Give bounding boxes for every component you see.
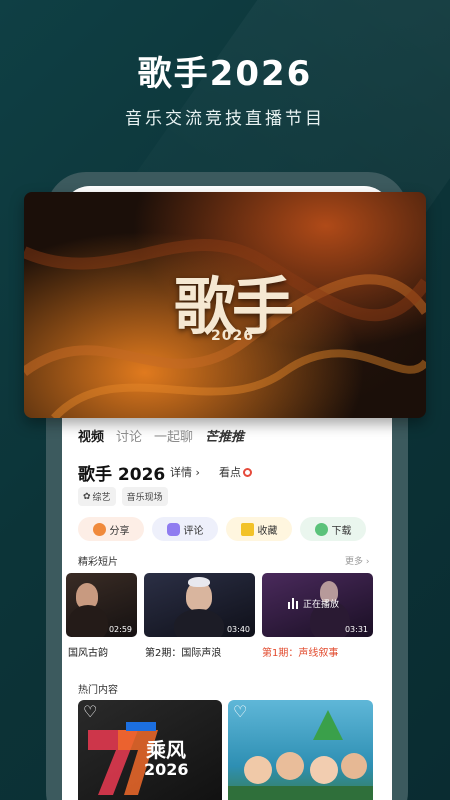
comment-icon (166, 522, 180, 536)
hot-card-2[interactable]: ♡ (228, 700, 373, 800)
singer-body (174, 609, 224, 637)
clip-thumbnail-1[interactable]: 02:59 (66, 573, 137, 637)
clip-title-2[interactable]: 第2期：国际声浪 (145, 644, 221, 659)
comment-button[interactable]: 评论 (152, 517, 218, 541)
equalizer-icon (288, 598, 298, 609)
tab-mango-push[interactable]: 芒推推 (205, 426, 244, 445)
watch-label: 看点 (219, 466, 241, 479)
chip-variety-label: 综艺 (92, 493, 111, 503)
clip-title-3[interactable]: 第1期：声线叙事 (262, 644, 338, 659)
singer-body (68, 605, 108, 637)
details-link[interactable]: 详情 › (170, 464, 200, 480)
tab-video[interactable]: 视频 (78, 426, 104, 445)
comment-label: 评论 (183, 525, 204, 537)
highlights-icon (243, 467, 252, 477)
chip-live-music-label: 音乐现场 (126, 493, 163, 503)
download-label: 下载 (331, 525, 352, 537)
variety-icon: ✿ (83, 491, 91, 502)
now-playing-text: 正在播放 (303, 600, 340, 610)
favorite-icon (240, 522, 254, 536)
favorite-button[interactable]: 收藏 (226, 517, 292, 541)
hot-card-1[interactable]: ♡ 乘风 2026 (78, 700, 222, 800)
tab-discussion[interactable]: 讨论 (116, 426, 142, 445)
clip-thumbnail-2[interactable]: 03:40 (144, 573, 255, 637)
now-playing-indicator: 正在播放 (288, 597, 339, 610)
card-year-text: 2026 (144, 760, 189, 779)
card-badge-text: 乘风 (146, 738, 186, 762)
clip-duration: 02:59 (108, 625, 132, 634)
favorite-heart-icon[interactable]: ♡ (233, 704, 251, 720)
clip-duration: 03:40 (226, 625, 250, 634)
chip-variety[interactable]: ✿ 综艺 (78, 487, 116, 506)
promo-title: 歌手2026 (137, 54, 313, 94)
clip-thumbnail-3[interactable]: 正在播放 03:31 (262, 573, 373, 637)
download-icon (314, 522, 328, 536)
clip-title-1[interactable]: 国风古韵 (68, 644, 108, 659)
hero-logo-year: 2026 (211, 328, 254, 344)
share-label: 分享 (109, 525, 130, 537)
singer-hair (188, 577, 210, 587)
tab-chat-together[interactable]: 一起聊 (154, 426, 193, 445)
share-button[interactable]: 分享 (78, 517, 144, 541)
clip-duration: 03:31 (344, 625, 368, 634)
share-icon (92, 522, 106, 536)
promo-subtitle: 音乐交流竞技直播节目 (125, 109, 325, 129)
hot-section-title: 热门内容 (78, 685, 118, 696)
download-button[interactable]: 下载 (300, 517, 366, 541)
chip-live-music[interactable]: 音乐现场 (121, 487, 168, 506)
genre-chips: ✿ 综艺 音乐现场 (78, 487, 168, 506)
content-tabs: 视频 讨论 一起聊 芒推推 (78, 426, 244, 445)
clips-section-title: 精彩短片 (78, 557, 118, 568)
favorite-label: 收藏 (257, 525, 278, 537)
show-title: 歌手 2026 (78, 465, 166, 485)
hero-banner[interactable]: 歌手 2026 (24, 192, 426, 418)
more-clips-link[interactable]: 更多 › (345, 554, 369, 567)
action-bar: 分享 评论 收藏 下载 (78, 517, 366, 541)
watch-highlights-button[interactable]: 看点 (219, 464, 252, 480)
favorite-heart-icon[interactable]: ♡ (83, 704, 101, 720)
